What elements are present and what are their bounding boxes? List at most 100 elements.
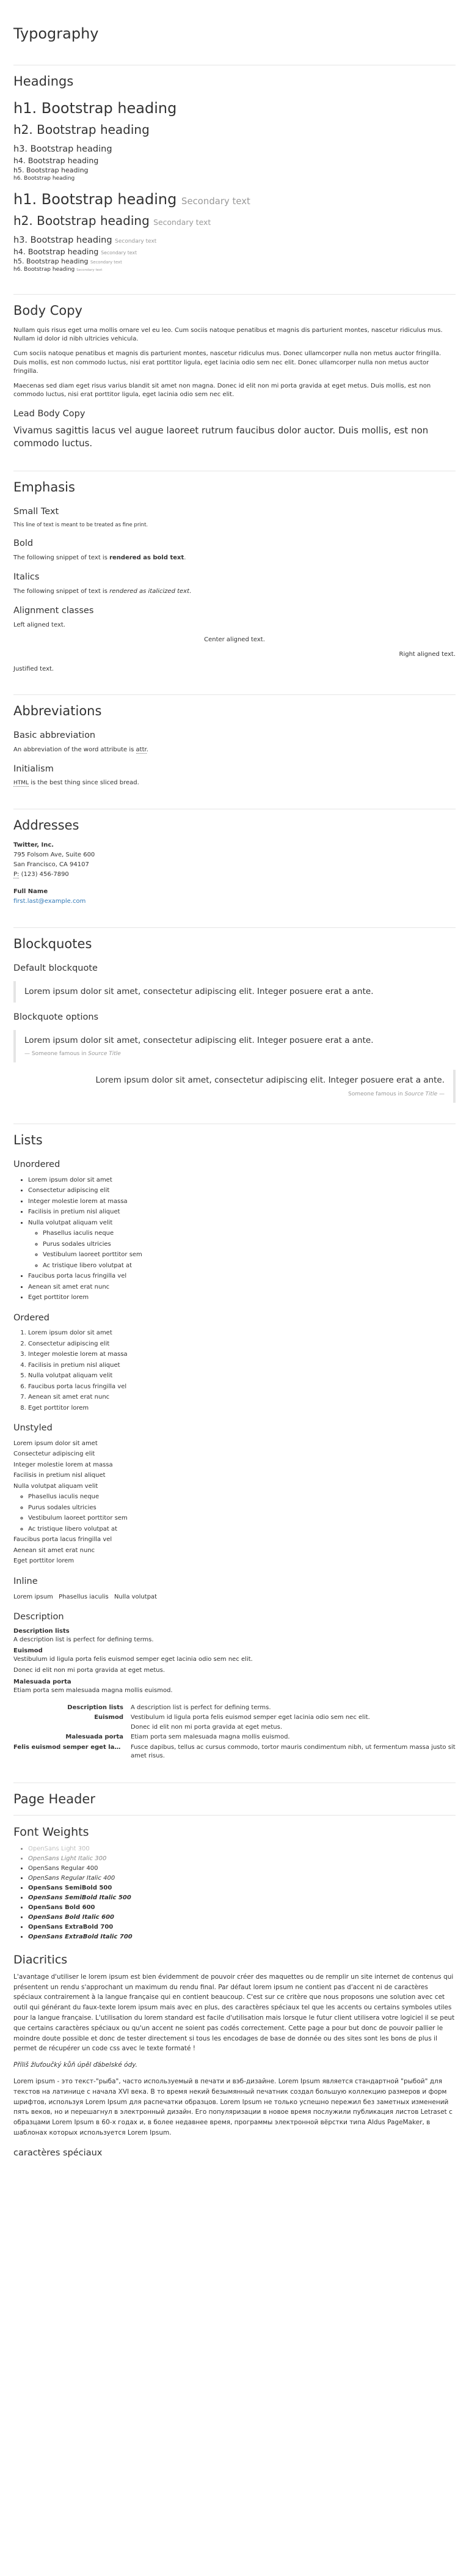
list-item: Lorem ipsum dolor sit amet xyxy=(28,1328,456,1339)
unstyled-list: Lorem ipsum dolor sit amet Consectetur a… xyxy=(13,1438,456,1567)
right-aligned-text: Right aligned text. xyxy=(399,650,456,658)
list-item: Eget porttitor lorem xyxy=(28,1292,456,1303)
description-detail: Fusce dapibus, tellus ac cursus commodo,… xyxy=(131,1743,456,1759)
list-item: Nulla volutpat aliquam velit xyxy=(28,1371,456,1382)
description-detail: A description list is perfect for defini… xyxy=(13,1636,154,1643)
secondary-text: Secondary text xyxy=(90,260,122,265)
secondary-text: Secondary text xyxy=(101,250,137,256)
lead-body-title: Lead Body Copy xyxy=(13,409,85,419)
description-term: Malesuada porta xyxy=(13,1678,71,1685)
list-item: Aenean sit amet erat nunc xyxy=(13,1547,95,1554)
description-term: Felis euismod semper eget lacinia xyxy=(13,1743,123,1751)
list-item: Lorem ipsum dolor sit amet xyxy=(13,1440,98,1447)
description-term: Euismod xyxy=(94,1714,123,1721)
ordered-title: Ordered xyxy=(13,1312,50,1323)
list-item: Lorem ipsum xyxy=(13,1593,53,1600)
description-list: Description lists A description list is … xyxy=(13,1627,456,1695)
email-link[interactable]: first.last@example.com xyxy=(13,898,85,905)
blockquotes-title: Blockquotes xyxy=(13,927,456,954)
blockquote-footer: Someone famous in Source Title — xyxy=(348,1091,445,1097)
list-item: Facilisis in pretium nisl aliquet xyxy=(28,1207,456,1218)
abbreviations-title: Abbreviations xyxy=(13,694,456,721)
list-item: Integer molestie lorem at massa xyxy=(28,1196,456,1207)
nested-list: Phasellus iaculis neque Purus sodales ul… xyxy=(28,1228,456,1271)
list-item: Vestibulum laoreet porttitor sem xyxy=(43,1249,456,1260)
font-weight-item: OpenSans Bold 600 xyxy=(28,1903,456,1913)
heading-h2-secondary: h2. Bootstrap heading Secondary text xyxy=(13,213,211,228)
ordered-list: Lorem ipsum dolor sit amet Consectetur a… xyxy=(13,1328,456,1413)
company-name: Twitter, Inc. xyxy=(13,842,54,849)
inline-list: Lorem ipsum Phasellus iaculis Nulla volu… xyxy=(13,1592,456,1603)
font-weight-item: OpenSans Light Italic 300 xyxy=(28,1854,456,1864)
unordered-list: Lorem ipsum dolor sit amet Consectetur a… xyxy=(13,1175,456,1303)
blockquote-with-source: Lorem ipsum dolor sit amet, consectetur … xyxy=(13,1029,456,1063)
list-item: Aenean sit amet erat nunc xyxy=(28,1282,456,1293)
heading-h1: h1. Bootstrap heading xyxy=(13,99,177,117)
heading-h6-secondary: h6. Bootstrap heading Secondary text xyxy=(13,267,103,273)
special-characters-title: caractères spéciaux xyxy=(13,2147,103,2158)
inline-title: Inline xyxy=(13,1576,38,1586)
address-line: San Francisco, CA 94107 xyxy=(13,861,89,869)
attr-abbreviation[interactable]: attr xyxy=(136,746,147,754)
list-item: Faucibus porta lacus fringilla vel xyxy=(13,1536,112,1544)
description-detail: A description list is perfect for defini… xyxy=(131,1704,271,1711)
contact-address: Full Name first.last@example.com xyxy=(13,887,456,907)
list-item: Facilisis in pretium nisl aliquet xyxy=(28,1360,456,1371)
font-weights-list: OpenSans Light 300 OpenSans Light Italic… xyxy=(13,1844,456,1942)
heading-h5-secondary: h5. Bootstrap heading Secondary text xyxy=(13,257,122,266)
list-item: Ac tristique libero volutpat at xyxy=(28,1524,456,1535)
font-weight-item: OpenSans Regular Italic 400 xyxy=(28,1874,456,1883)
description-detail: Vestibulum id ligula porta felis euismod… xyxy=(131,1714,370,1721)
description-detail: Donec id elit non mi porta gravida at eg… xyxy=(131,1724,283,1731)
font-weight-item: OpenSans SemiBold Italic 500 xyxy=(28,1893,456,1903)
html-abbreviation[interactable]: HTML xyxy=(13,780,29,787)
list-item: Integer molestie lorem at massa xyxy=(13,1461,113,1468)
page-title: Typography xyxy=(13,25,99,42)
list-item: Nulla volutpat aliquam velit Phasellus i… xyxy=(13,1481,456,1535)
list-item: Facilisis in pretium nisl aliquet xyxy=(13,1472,106,1479)
font-weights-title: Font Weights xyxy=(13,1825,89,1839)
description-term: Malesuada porta xyxy=(65,1734,123,1741)
list-item: Ac tristique libero volutpat at xyxy=(43,1260,456,1271)
italics-title: Italics xyxy=(13,572,40,583)
default-blockquote: Lorem ipsum dolor sit amet, consectetur … xyxy=(13,981,456,1003)
list-item: Consectetur adipiscing elit xyxy=(28,1185,456,1196)
font-weight-item: OpenSans Bold Italic 600 xyxy=(28,1913,456,1923)
list-item: Phasellus iaculis neque xyxy=(43,1228,456,1239)
addresses-title: Addresses xyxy=(13,808,456,835)
description-detail: Vestibulum id ligula porta felis euismod… xyxy=(13,1656,253,1663)
heading-h4-secondary: h4. Bootstrap heading Secondary text xyxy=(13,247,137,257)
body-paragraph: Cum sociis natoque penatibus et magnis d… xyxy=(13,350,442,375)
lead-paragraph: Vivamus sagittis lacus vel augue laoreet… xyxy=(13,424,429,449)
italics-paragraph: The following snippet of text is rendere… xyxy=(13,587,192,595)
heading-h2: h2. Bootstrap heading xyxy=(13,122,150,137)
company-address: Twitter, Inc. 795 Folsom Ave, Suite 600 … xyxy=(13,841,456,880)
blockquote-options-title: Blockquote options xyxy=(13,1012,99,1022)
font-weight-item: OpenSans ExtraBold Italic 700 xyxy=(28,1932,456,1942)
heading-h5: h5. Bootstrap heading xyxy=(13,166,89,175)
horizontal-description-list: Description lists A description list is … xyxy=(13,1704,456,1762)
phone-abbreviation[interactable]: P: xyxy=(13,871,20,879)
heading-h6: h6. Bootstrap heading xyxy=(13,175,75,182)
body-paragraph: Nullam quis risus eget urna mollis ornar… xyxy=(13,327,443,343)
italic-text: rendered as italicized text xyxy=(109,587,190,595)
description-detail: Donec id elit non mi porta gravida at eg… xyxy=(13,1667,165,1674)
font-weight-item: OpenSans Regular 400 xyxy=(28,1864,456,1874)
blockquote-footer: — Someone famous in Source Title xyxy=(24,1050,121,1057)
heading-h3: h3. Bootstrap heading xyxy=(13,144,112,154)
basic-abbreviation-title: Basic abbreviation xyxy=(13,730,96,741)
list-item: Consectetur adipiscing elit xyxy=(28,1339,456,1350)
address-line: 795 Folsom Ave, Suite 600 xyxy=(13,852,95,859)
diacritics-title: Diacritics xyxy=(13,1952,68,1967)
diacritics-russian: Lorem ipsum - это текст-"рыба", часто ис… xyxy=(13,2077,453,2136)
basic-abbreviation-paragraph: An abbreviation of the word attribute is… xyxy=(13,746,148,754)
list-item: Aenean sit amet erat nunc xyxy=(28,1392,456,1403)
description-term: Euismod xyxy=(13,1647,43,1654)
list-item: Faucibus porta lacus fringilla vel xyxy=(28,1382,456,1393)
list-item: Purus sodales ultricies xyxy=(43,1239,456,1250)
list-item: Phasellus iaculis neque xyxy=(28,1492,456,1503)
list-item: Nulla volutpat xyxy=(114,1593,158,1600)
bold-title: Bold xyxy=(13,539,34,549)
justified-text: Justified text. xyxy=(13,666,54,673)
alignment-title: Alignment classes xyxy=(13,605,94,616)
